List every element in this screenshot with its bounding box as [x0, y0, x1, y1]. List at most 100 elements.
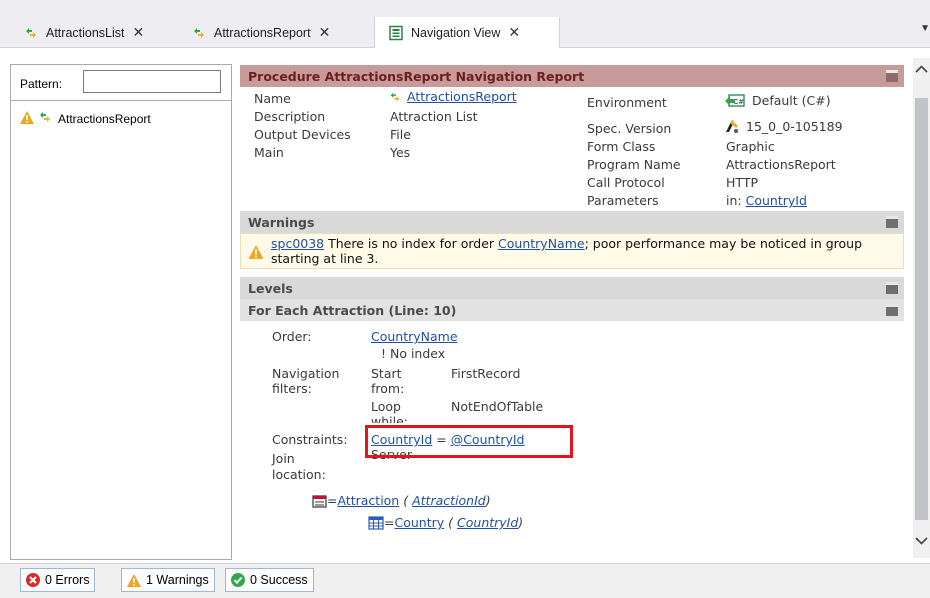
genexus-object-icon [390, 92, 400, 101]
constraint-highlight-box [365, 425, 573, 458]
tab-label: AttractionsReport [214, 25, 311, 40]
loop-label-line-2: while: [371, 414, 408, 423]
warning-attribute-link[interactable]: CountryName [498, 236, 585, 251]
start-label-line-2: from: [371, 381, 405, 396]
prop-value-output-devices: File [390, 127, 411, 142]
tree-item-attractions-report[interactable]: AttractionsReport [19, 109, 151, 128]
errors-filter-button[interactable]: 0 Errors [20, 568, 96, 592]
scroll-down-chevron-icon[interactable] [915, 536, 928, 548]
join-location-label-line-2: location: [272, 467, 326, 482]
levels-title: Levels [248, 280, 293, 296]
navigation-filters-label-line-1: Navigation [272, 366, 340, 381]
prop-value-program-name: AttractionsReport [726, 157, 836, 172]
warning-icon [126, 573, 142, 588]
vertical-scrollbar[interactable] [913, 58, 930, 558]
join-location-label-line-1: Join [272, 451, 295, 466]
genexus-object-icon [190, 24, 208, 42]
close-paren: ) [485, 493, 491, 508]
warning-icon [247, 244, 265, 263]
table-country-link[interactable]: Country [394, 515, 444, 530]
prop-key-output-devices: Output Devices [254, 127, 351, 142]
loop-value: NotEndOfTable [451, 399, 544, 414]
prop-value-description: Attraction List [390, 109, 478, 124]
prop-key-parameters: Parameters [587, 193, 659, 208]
table-country-key-link[interactable]: CountryId [457, 515, 518, 530]
warning-row: spc0038 There is no index for order Coun… [240, 233, 904, 269]
prop-key-spec-version: Spec. Version [587, 121, 672, 136]
navigation-report: Procedure AttractionsReport Navigation R… [240, 58, 913, 558]
tab-label: AttractionsList [46, 25, 125, 40]
prop-value-main: Yes [390, 145, 411, 160]
genexus-object-icon [37, 109, 53, 128]
loop-label-line-1: Loop [371, 399, 401, 414]
navigation-filters-label-line-2: filters: [272, 381, 312, 396]
tab-attractions-report[interactable]: AttractionsReport ✕ [190, 17, 330, 48]
pattern-row: Pattern: [11, 65, 231, 101]
tab-attractions-list[interactable]: AttractionsList ✕ [22, 17, 144, 48]
scroll-up-chevron-icon[interactable] [915, 64, 928, 76]
tree-item-label: AttractionsReport [58, 111, 151, 126]
environment-value: Default (C#) [752, 92, 831, 108]
order-note: ! No index [381, 346, 446, 361]
start-value: FirstRecord [451, 366, 521, 381]
table-attraction-key-link[interactable]: AttractionId [412, 493, 486, 508]
equals-sign: = [384, 515, 395, 530]
procedure-header: Procedure AttractionsReport Navigation R… [240, 65, 904, 87]
document-tab-strip: AttractionsList ✕ AttractionsReport ✕ Na… [0, 0, 930, 48]
parameters-prefix: in: [726, 193, 746, 208]
foreach-header: For Each Attraction (Line: 10) [240, 299, 904, 321]
tab-navigation-view[interactable]: Navigation View ✕ [374, 17, 560, 48]
table-node-country: = Country ( CountryId) [368, 515, 523, 530]
error-icon [25, 572, 41, 588]
collapse-icon[interactable] [886, 282, 898, 294]
constraints-label: Constraints: [272, 432, 348, 447]
tab-label: Navigation View [411, 25, 501, 40]
status-bar: 0 Errors 1 Warnings 0 Success [0, 563, 930, 598]
order-value-link[interactable]: CountryName [371, 329, 458, 344]
object-name-link[interactable]: AttractionsReport [407, 89, 517, 104]
tab-overflow-chevron-icon[interactable]: ▼ [920, 23, 930, 34]
close-icon[interactable]: ✕ [319, 24, 331, 41]
object-filter-panel: Pattern: AttractionsReport [10, 64, 232, 560]
spec-version-icon [726, 120, 738, 133]
prop-key-program-name: Program Name [587, 157, 681, 172]
open-paren: ( [448, 515, 454, 530]
prop-value-parameters: in: CountryId [726, 193, 807, 208]
parameter-link[interactable]: CountryId [746, 193, 807, 208]
prop-key-name: Name [254, 91, 291, 106]
warnings-filter-button[interactable]: 1 Warnings [121, 568, 215, 592]
prop-value-environment: C# Default (C#) [724, 91, 831, 109]
collapse-icon[interactable] [886, 70, 898, 82]
warnings-header: Warnings [240, 211, 904, 233]
prop-value-call-protocol: HTTP [726, 175, 758, 190]
close-icon[interactable]: ✕ [508, 24, 520, 41]
scrollbar-thumb[interactable] [915, 98, 928, 520]
svg-text:C#: C# [733, 98, 744, 106]
prop-value-spec-version: 15_0_0-105189 [724, 118, 843, 134]
prop-key-form-class: Form Class [587, 139, 656, 154]
prop-value-form-class: Graphic [726, 139, 775, 154]
warning-text-before: There is no index for order [324, 236, 499, 251]
order-label: Order: [272, 329, 312, 344]
close-icon[interactable]: ✕ [133, 24, 145, 41]
prop-key-main: Main [254, 145, 284, 160]
pattern-label: Pattern: [20, 77, 63, 91]
warning-code-link[interactable]: spc0038 [271, 236, 324, 251]
prop-key-environment: Environment [587, 95, 667, 110]
warning-message: spc0038 There is no index for order Coun… [271, 236, 901, 266]
success-count-label: 0 Success [250, 573, 308, 587]
foreach-title: For Each Attraction (Line: 10) [248, 302, 457, 318]
base-table-icon [312, 494, 327, 508]
success-filter-button[interactable]: 0 Success [225, 568, 314, 592]
navigation-view-icon [387, 24, 405, 42]
levels-header: Levels [240, 277, 904, 299]
genexus-object-icon [22, 24, 40, 42]
success-check-icon [230, 572, 246, 588]
procedure-title: Procedure AttractionsReport Navigation R… [248, 68, 585, 84]
spec-version-value: 15_0_0-105189 [746, 118, 843, 134]
collapse-icon[interactable] [886, 304, 898, 316]
equals-sign: = [327, 493, 338, 508]
pattern-input[interactable] [83, 70, 221, 93]
collapse-icon[interactable] [886, 216, 898, 228]
table-attraction-link[interactable]: Attraction [337, 493, 399, 508]
